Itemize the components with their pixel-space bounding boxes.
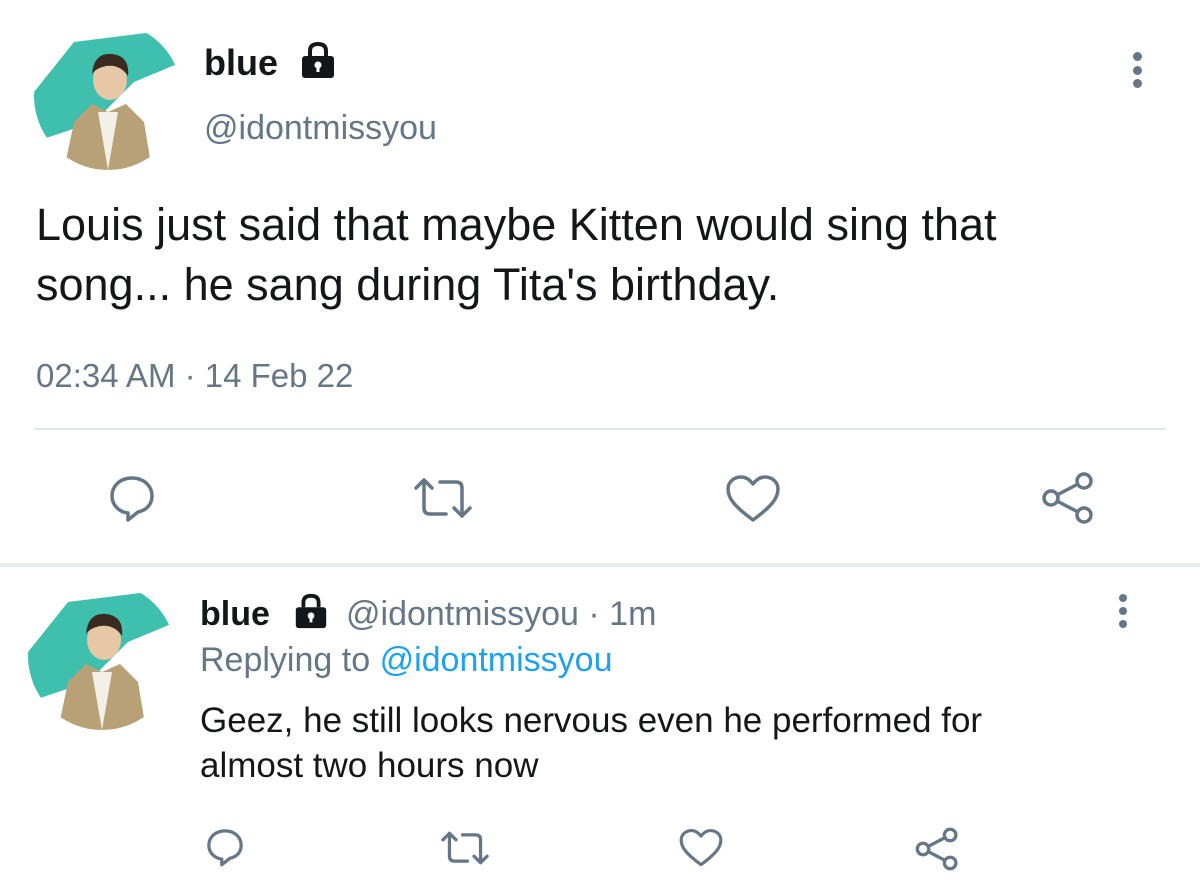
- lock-icon: [292, 592, 330, 630]
- avatar-image: [28, 582, 176, 730]
- divider: [34, 428, 1166, 430]
- timestamp[interactable]: 02:34 AM · 14 Feb 22: [36, 356, 353, 396]
- like-icon[interactable]: [724, 474, 782, 524]
- tweet-text-line: almost two hours now: [200, 746, 539, 785]
- more-options-icon[interactable]: [1116, 594, 1130, 628]
- handle[interactable]: @idontmissyou: [204, 108, 437, 148]
- avatar[interactable]: [28, 582, 176, 730]
- share-icon[interactable]: [914, 826, 960, 872]
- replying-to-link[interactable]: @idontmissyou: [380, 641, 613, 679]
- relative-time[interactable]: · 1m: [588, 595, 656, 633]
- more-options-icon[interactable]: [1130, 52, 1144, 88]
- handle[interactable]: @idontmissyou: [346, 595, 579, 633]
- reply-icon[interactable]: [204, 826, 246, 868]
- lock-icon: [298, 40, 338, 80]
- tweet-text-line: song... he sang during Tita's birthday.: [36, 259, 780, 310]
- reply-icon[interactable]: [106, 472, 158, 524]
- avatar[interactable]: [34, 22, 182, 170]
- avatar-image: [34, 22, 182, 170]
- tweet-separator: [0, 563, 1200, 567]
- like-icon[interactable]: [678, 828, 724, 868]
- replying-to: Replying to @idontmissyou: [200, 640, 613, 680]
- display-name[interactable]: blue: [204, 42, 278, 84]
- tweet-text-line: Geez, he still looks nervous even he per…: [200, 701, 983, 740]
- retweet-icon[interactable]: [438, 828, 492, 868]
- share-icon[interactable]: [1040, 470, 1096, 526]
- retweet-icon[interactable]: [410, 474, 476, 522]
- tweet-text-line: Louis just said that maybe Kitten would …: [36, 199, 997, 250]
- display-name[interactable]: blue: [200, 594, 270, 634]
- handle-and-time: @idontmissyou · 1m: [346, 594, 656, 634]
- replying-prefix: Replying to: [200, 641, 371, 679]
